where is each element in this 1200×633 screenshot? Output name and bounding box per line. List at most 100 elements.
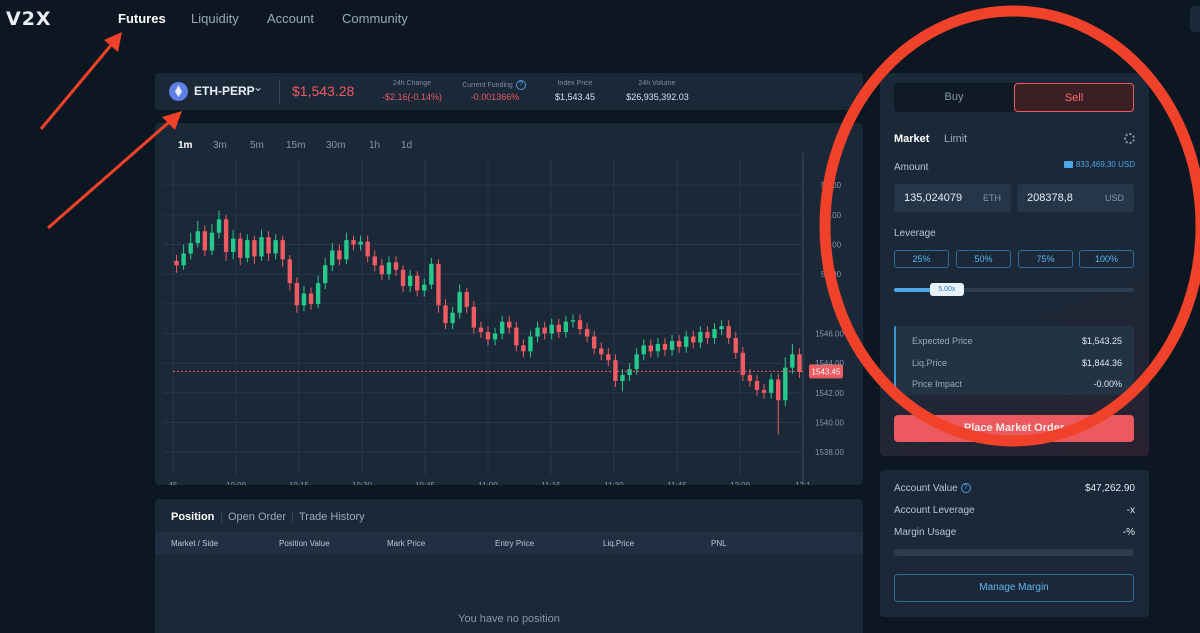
candle-body xyxy=(712,329,717,338)
x-tick-label: 12:1 xyxy=(795,481,811,485)
nav-futures[interactable]: Futures xyxy=(118,11,166,26)
candle-body xyxy=(188,243,193,254)
candle-body xyxy=(662,343,668,350)
wallet-icon xyxy=(1063,161,1073,169)
timeframe-15m[interactable]: 15m xyxy=(286,140,305,151)
timeframe-1h[interactable]: 1h xyxy=(369,140,380,151)
price-impact-label: Price Impact xyxy=(912,379,963,389)
candle-body xyxy=(337,250,342,260)
candle-body xyxy=(259,237,264,257)
connect-wallet-button[interactable] xyxy=(1190,6,1200,32)
tab-trade-history[interactable]: Trade History xyxy=(299,511,365,523)
candle-body xyxy=(698,332,703,343)
candle-body xyxy=(386,262,392,275)
leverage-slider[interactable]: 5.00x xyxy=(894,283,1134,296)
leverage-50-button[interactable]: 50% xyxy=(956,250,1011,268)
amount-label: Amount xyxy=(894,162,929,173)
liq-price-value: $1,844.36 xyxy=(1081,358,1122,368)
account-value: $47,262.90 xyxy=(1084,483,1135,494)
help-icon[interactable]: ? xyxy=(515,80,526,90)
tab-open-order[interactable]: Open Order xyxy=(228,511,286,523)
candle-body xyxy=(542,327,547,334)
leverage-slider-handle[interactable]: 5.00x xyxy=(929,283,964,296)
stat-value-funding: -0.001366% xyxy=(470,92,520,102)
candle-body xyxy=(492,333,498,340)
candle-body xyxy=(613,360,618,381)
col-liq-price: Liq.Price xyxy=(603,539,635,548)
place-market-order-button[interactable]: Place Market Order xyxy=(894,415,1134,442)
leverage-label: Leverage xyxy=(894,228,936,239)
leverage-75-button[interactable]: 75% xyxy=(1018,250,1073,268)
candle-body xyxy=(570,320,576,322)
tab-limit[interactable]: Limit xyxy=(944,133,967,145)
v2x-logo[interactable]: V2X xyxy=(6,8,52,30)
candle-body xyxy=(209,232,215,251)
market-ticker-bar: ETH-PERP ⌄ $1,543.28 24h Change -$2.16(-… xyxy=(155,73,863,110)
stat-label-index-price: Index Price xyxy=(557,80,593,87)
candle-body xyxy=(719,326,724,330)
x-tick-label: 10:15 xyxy=(289,481,310,485)
candle-body xyxy=(471,306,477,328)
tab-position[interactable]: Position xyxy=(171,511,214,523)
amount-usd-value[interactable]: 208378,8 xyxy=(1027,192,1073,204)
price-impact-value: -0.00% xyxy=(1093,379,1122,389)
candle-body xyxy=(705,332,710,338)
stat-value-24h-volume: $26,935,392.03 xyxy=(626,92,689,102)
stat-label-24h-volume: 24h Volume xyxy=(638,80,676,87)
tab-market[interactable]: Market xyxy=(894,133,929,145)
col-market-side: Market / Side xyxy=(171,539,219,548)
buy-button[interactable]: Buy xyxy=(894,83,1014,112)
candle-body xyxy=(245,240,250,258)
candle-body xyxy=(797,354,802,373)
y-tick-label: 52.00 xyxy=(821,241,842,250)
candle-body xyxy=(450,312,455,324)
candle-body xyxy=(407,275,413,287)
col-pnl: PNL xyxy=(711,539,727,548)
sell-button[interactable]: Sell xyxy=(1014,83,1134,112)
y-tick-label: 1542.00 xyxy=(815,389,844,398)
y-tick-label: 1540.00 xyxy=(815,419,844,428)
timeframe-1m[interactable]: 1m xyxy=(178,140,192,151)
expected-price-value: $1,543.25 xyxy=(1081,336,1122,346)
amount-eth-field[interactable]: 135,024079 ETH xyxy=(894,184,1011,212)
leverage-25-button[interactable]: 25% xyxy=(894,250,949,268)
leverage-100-button[interactable]: 100% xyxy=(1079,250,1134,268)
price-chart-panel[interactable]: 1543.45 1546.00 1544.00 1542.00 1540.00 1538.… xyxy=(155,123,863,485)
manage-margin-button[interactable]: Manage Margin xyxy=(894,574,1134,602)
y-tick-label: 56.00 xyxy=(821,181,842,190)
candle-body xyxy=(322,265,328,284)
candle-body xyxy=(280,240,285,260)
candle-body xyxy=(308,293,314,304)
timeframe-5m[interactable]: 5m xyxy=(250,140,264,151)
timeframe-1d[interactable]: 1d xyxy=(401,140,412,151)
candle-body xyxy=(577,320,583,330)
nav-account[interactable]: Account xyxy=(267,11,314,26)
candle-body xyxy=(315,283,321,304)
x-tick-label: 10:30 xyxy=(352,481,373,485)
candle-body xyxy=(429,263,434,285)
candle-body xyxy=(181,253,186,266)
y-tick-label: 1544.00 xyxy=(815,359,844,368)
candle-body xyxy=(252,240,257,257)
chevron-down-icon[interactable]: ⌄ xyxy=(253,80,263,94)
market-selector[interactable]: ETH-PERP xyxy=(194,84,255,98)
candle-body xyxy=(648,345,654,352)
nav-liquidity[interactable]: Liquidity xyxy=(191,11,239,26)
x-tick-label: 11:00 xyxy=(478,481,498,485)
timeframe-30m[interactable]: 30m xyxy=(326,140,345,151)
amount-eth-unit: ETH xyxy=(983,193,1001,203)
amount-eth-value[interactable]: 135,024079 xyxy=(904,192,962,204)
account-value-label-text: Account Value xyxy=(894,483,958,494)
candlestick-chart[interactable]: 1543.45 1546.00 1544.00 1542.00 1540.00 1538.… xyxy=(155,123,863,485)
amount-usd-field[interactable]: 208378,8 USD xyxy=(1017,184,1134,212)
nav-community[interactable]: Community xyxy=(342,11,408,26)
annotation-arrowhead-nav xyxy=(104,32,122,52)
help-icon[interactable]: ? xyxy=(960,483,971,494)
gear-icon[interactable] xyxy=(1124,133,1135,144)
candle-body xyxy=(478,327,484,333)
stat-label-funding: Current Funding? xyxy=(451,80,537,90)
timeframe-3m[interactable]: 3m xyxy=(213,140,227,151)
current-price-label: 1543.45 xyxy=(812,367,841,376)
candle-body xyxy=(415,275,420,291)
account-panel: Account Value? $47,262.90 Account Levera… xyxy=(880,470,1149,617)
